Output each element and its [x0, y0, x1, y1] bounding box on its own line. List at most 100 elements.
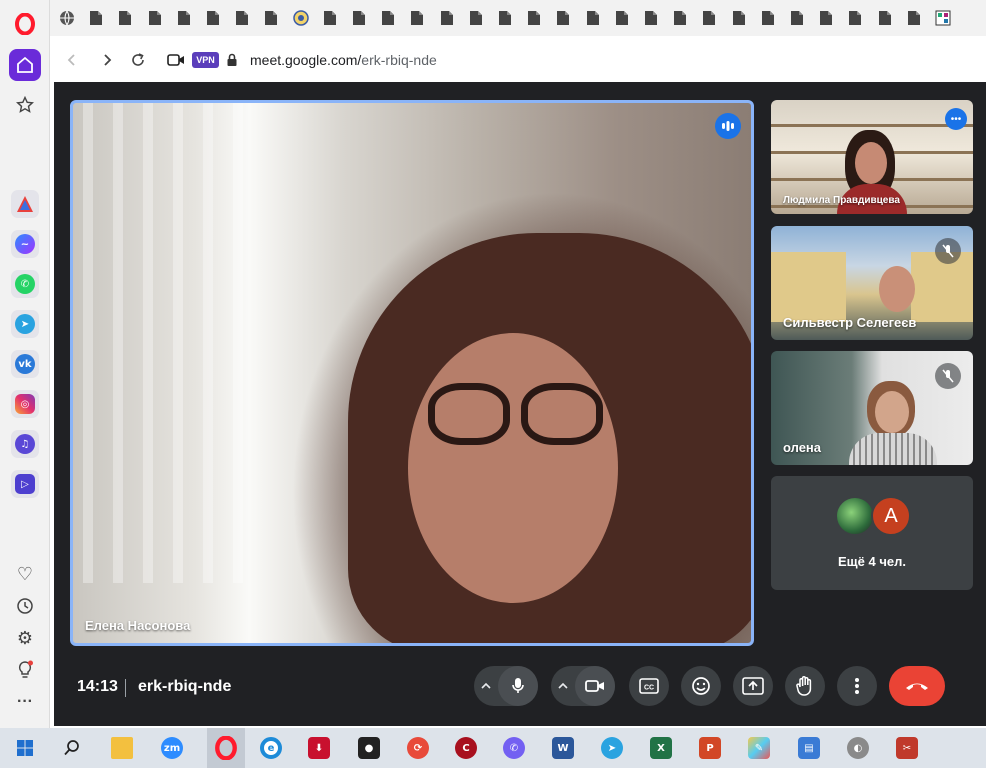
- bookmarks-star-icon[interactable]: [9, 89, 41, 121]
- viber-icon[interactable]: ✆: [500, 734, 528, 762]
- main-tile-name: Елена Насонова: [85, 618, 191, 633]
- document-tab-icon[interactable]: [262, 9, 280, 27]
- document-tab-icon[interactable]: [438, 9, 456, 27]
- more-options-icon[interactable]: •••: [945, 108, 967, 130]
- document-tab-icon[interactable]: [525, 9, 543, 27]
- document-tab-icon[interactable]: [613, 9, 631, 27]
- document-tab-icon[interactable]: [671, 9, 689, 27]
- lightbulb-icon[interactable]: [9, 654, 41, 686]
- heart-icon[interactable]: ♡: [9, 558, 41, 590]
- captions-button[interactable]: CC: [629, 666, 669, 706]
- edge-icon[interactable]: e: [257, 734, 285, 762]
- raise-hand-button[interactable]: [785, 666, 825, 706]
- document-tab-icon[interactable]: [379, 9, 397, 27]
- word-icon[interactable]: W: [549, 734, 577, 762]
- tools-icon[interactable]: ✂: [893, 734, 921, 762]
- document-tab-icon[interactable]: [204, 9, 222, 27]
- globe-tab-icon[interactable]: [58, 9, 76, 27]
- document-tab-icon[interactable]: [321, 9, 339, 27]
- more-icon[interactable]: ···: [9, 686, 41, 718]
- more-participants-label: Ещё 4 чел.: [838, 554, 906, 569]
- downloader-icon[interactable]: ⬇: [305, 734, 333, 762]
- mic-off-icon: [935, 363, 961, 389]
- more-options-button[interactable]: [837, 666, 877, 706]
- paint-palette-icon[interactable]: ◐: [844, 734, 872, 762]
- document-tab-icon[interactable]: [584, 9, 602, 27]
- document-tab-icon[interactable]: [467, 9, 485, 27]
- music-player-icon[interactable]: ♫: [11, 430, 39, 458]
- settings-icon[interactable]: ⚙: [9, 622, 41, 654]
- file-explorer-icon[interactable]: [108, 734, 136, 762]
- more-participants-tile[interactable]: A Ещё 4 чел.: [771, 476, 973, 590]
- aria-icon[interactable]: [11, 190, 39, 218]
- document-tab-icon[interactable]: [496, 9, 514, 27]
- zoom-icon[interactable]: zm: [158, 734, 186, 762]
- camera-group: [551, 666, 615, 706]
- participant-tile[interactable]: олена: [771, 351, 973, 465]
- vpn-badge[interactable]: VPN: [192, 52, 219, 68]
- emoji-reaction-button[interactable]: [681, 666, 721, 706]
- document-tab-icon[interactable]: [788, 9, 806, 27]
- blind-stripe: [83, 103, 93, 583]
- url-field[interactable]: meet.google.com/erk-rbiq-nde: [250, 52, 437, 68]
- windows-start-icon[interactable]: [11, 734, 39, 762]
- document-tab-icon[interactable]: [642, 9, 660, 27]
- present-screen-button[interactable]: [733, 666, 773, 706]
- paint-icon[interactable]: ✎: [745, 734, 773, 762]
- document-tab-icon[interactable]: [846, 9, 864, 27]
- document-tab-icon[interactable]: [408, 9, 426, 27]
- document-tab-icon[interactable]: [554, 9, 572, 27]
- chrome-like-icon[interactable]: ⟳: [404, 734, 432, 762]
- document-tab-icon[interactable]: [700, 9, 718, 27]
- participant-tile[interactable]: Сильвестр Селегеєв: [771, 226, 973, 340]
- emblem-tab-icon[interactable]: [292, 9, 310, 27]
- telegram-taskbar-icon[interactable]: ➤: [598, 734, 626, 762]
- whatsapp-icon[interactable]: ✆: [11, 270, 39, 298]
- document-tab-icon[interactable]: [817, 9, 835, 27]
- excel-icon[interactable]: X: [647, 734, 675, 762]
- main-video-tile[interactable]: Елена Насонова: [70, 100, 754, 646]
- camera-button[interactable]: [575, 666, 615, 706]
- document-tab-icon[interactable]: [233, 9, 251, 27]
- participant-tile[interactable]: ••• Людмила Правдивцева: [771, 100, 973, 214]
- tab-strip: [50, 0, 986, 36]
- messenger-icon[interactable]: ~: [11, 230, 39, 258]
- back-icon[interactable]: [62, 50, 82, 70]
- document-tab-icon[interactable]: [905, 9, 923, 27]
- reload-icon[interactable]: [128, 50, 148, 70]
- building: [771, 252, 846, 322]
- document-tab-icon[interactable]: [146, 9, 164, 27]
- camera-options-chevron-icon[interactable]: [551, 682, 575, 690]
- opera-sidebar: ~ ✆ ➤ vk ◎ ♫ ▷ ♡ ⚙ ···: [0, 0, 50, 728]
- document-tab-icon[interactable]: [730, 9, 748, 27]
- opera-logo-icon[interactable]: [13, 12, 37, 36]
- microphone-button[interactable]: [498, 666, 538, 706]
- home-button[interactable]: [9, 49, 41, 81]
- document-tab-icon[interactable]: [87, 9, 105, 27]
- history-icon[interactable]: [9, 590, 41, 622]
- lock-icon[interactable]: [222, 50, 242, 70]
- document-tab-icon[interactable]: [350, 9, 368, 27]
- address-bar: VPN meet.google.com/erk-rbiq-nde: [54, 40, 986, 80]
- document-tab-icon[interactable]: [116, 9, 134, 27]
- qr-tab-icon[interactable]: [934, 9, 952, 27]
- screen-recorder-icon[interactable]: ●: [355, 734, 383, 762]
- leave-call-button[interactable]: [889, 666, 945, 706]
- document-tab-icon[interactable]: [175, 9, 193, 27]
- app-red-icon[interactable]: C: [452, 734, 480, 762]
- instagram-icon[interactable]: ◎: [11, 390, 39, 418]
- document-tab-icon[interactable]: [759, 9, 777, 27]
- player-icon[interactable]: ▷: [11, 470, 39, 498]
- camera-indicator-icon[interactable]: [166, 50, 186, 70]
- search-icon[interactable]: [58, 734, 86, 762]
- powerpoint-icon[interactable]: P: [696, 734, 724, 762]
- vk-icon[interactable]: vk: [11, 350, 39, 378]
- mic-group: [474, 666, 538, 706]
- forward-icon[interactable]: [97, 50, 117, 70]
- opera-taskbar-icon[interactable]: [207, 728, 245, 768]
- telegram-icon[interactable]: ➤: [11, 310, 39, 338]
- document-app-icon[interactable]: ▤: [795, 734, 823, 762]
- mic-options-chevron-icon[interactable]: [474, 682, 498, 690]
- glasses-right-lens: [521, 383, 603, 445]
- document-tab-icon[interactable]: [876, 9, 894, 27]
